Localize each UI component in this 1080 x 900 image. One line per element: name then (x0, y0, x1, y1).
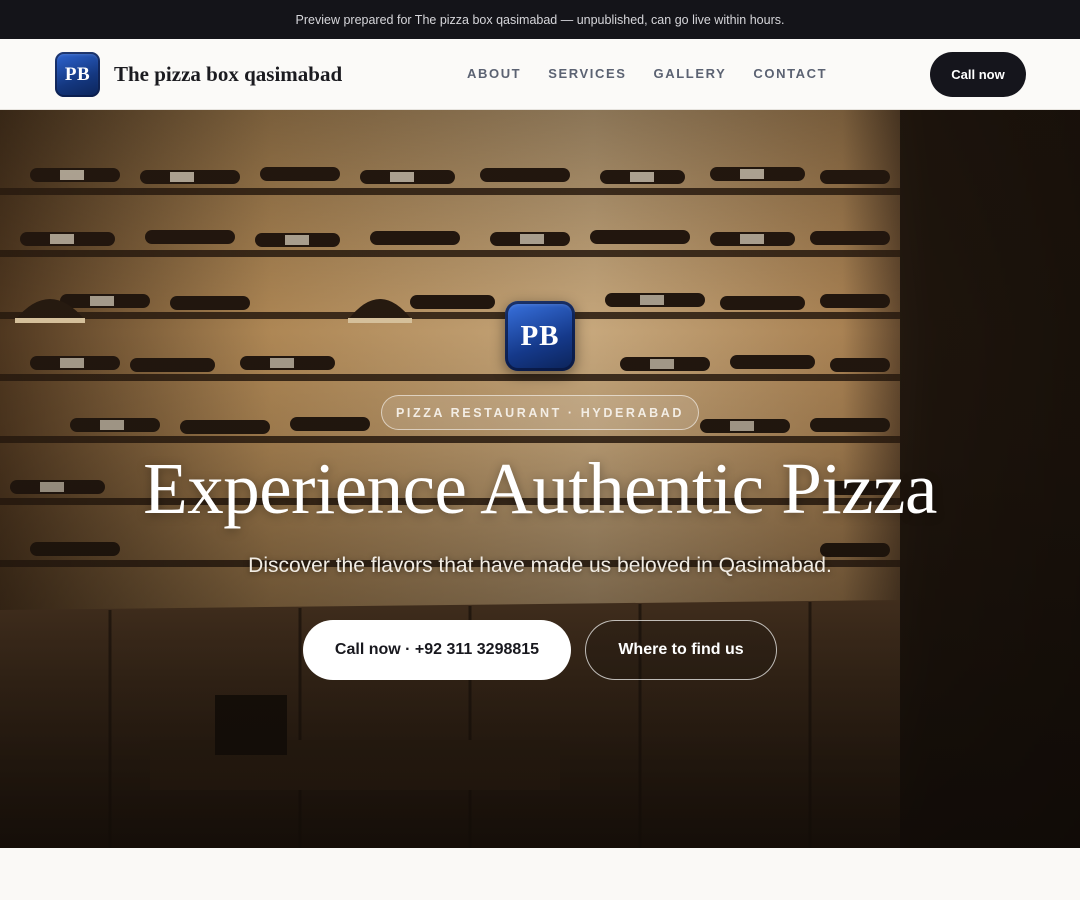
brand-name: The pizza box qasimabad (114, 62, 343, 86)
hero-eyebrow-badge: PIZZA RESTAURANT · HYDERABAD (381, 395, 699, 430)
nav-link-services[interactable]: SERVICES (548, 66, 626, 81)
hero-logo: PB (505, 301, 575, 371)
brand-logo: PB (55, 52, 100, 97)
main-nav: ABOUT SERVICES GALLERY CONTACT (467, 66, 827, 81)
preview-banner-text: Preview prepared for The pizza box qasim… (295, 12, 785, 27)
header-call-button[interactable]: Call now (930, 52, 1026, 97)
where-to-find-us-button[interactable]: Where to find us (585, 620, 777, 680)
brand[interactable]: PB The pizza box qasimabad (55, 52, 342, 97)
hero-headline: Experience Authentic Pizza (143, 448, 937, 529)
nav-link-about[interactable]: ABOUT (467, 66, 521, 81)
nav-link-gallery[interactable]: GALLERY (654, 66, 727, 81)
hero-subheadline: Discover the flavors that have made us b… (248, 554, 832, 577)
site-header: PB The pizza box qasimabad ABOUT SERVICE… (0, 39, 1080, 110)
preview-banner: Preview prepared for The pizza box qasim… (0, 0, 1080, 39)
nav-link-contact[interactable]: CONTACT (753, 66, 827, 81)
hero-section: PB PIZZA RESTAURANT · HYDERABAD Experien… (0, 110, 1080, 848)
call-now-button[interactable]: Call now · +92 311 3298815 (303, 620, 571, 680)
